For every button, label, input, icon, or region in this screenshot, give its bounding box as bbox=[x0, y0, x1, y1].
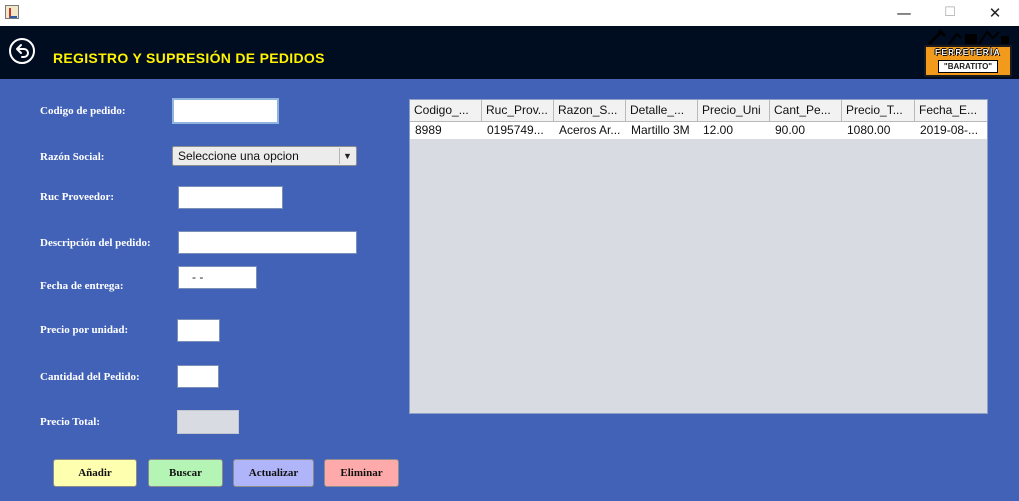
fecha-entrega-input[interactable]: - - bbox=[178, 266, 257, 289]
codigo-input[interactable] bbox=[172, 98, 279, 124]
main-panel: Codigo de pedido: Razón Social: Seleccio… bbox=[0, 79, 1019, 501]
maximize-button[interactable]: ☐ bbox=[927, 0, 973, 26]
codigo-label: Codigo de pedido: bbox=[40, 105, 126, 117]
column-header-detalle[interactable]: Detalle_... bbox=[626, 100, 698, 121]
eliminar-button[interactable]: Eliminar bbox=[324, 459, 399, 487]
razon-social-select[interactable]: Seleccione una opcion ▼ bbox=[172, 146, 357, 166]
logo-badge: FERRETERÍA "BARATITO" bbox=[924, 45, 1012, 77]
column-header-precio-uni[interactable]: Precio_Uni bbox=[698, 100, 770, 121]
table-header: Codigo_... Ruc_Prov... Razon_S... Detall… bbox=[410, 100, 987, 122]
column-header-fecha[interactable]: Fecha_E... bbox=[915, 100, 987, 121]
ruc-proveedor-label: Ruc Proveedor: bbox=[40, 191, 115, 203]
java-icon bbox=[5, 5, 19, 19]
buscar-button[interactable]: Buscar bbox=[148, 459, 223, 487]
precio-total-field bbox=[177, 410, 239, 434]
cantidad-label: Cantidad del Pedido: bbox=[40, 371, 140, 383]
descripcion-input[interactable] bbox=[178, 231, 357, 254]
column-header-precio-total[interactable]: Precio_T... bbox=[842, 100, 915, 121]
precio-total-label: Precio Total: bbox=[40, 416, 100, 428]
table-cell[interactable]: 8989 bbox=[410, 122, 482, 139]
table-cell[interactable]: Martillo 3M bbox=[626, 122, 698, 139]
header-bar: REGISTRO Y SUPRESIÓN DE PEDIDOS bbox=[0, 26, 1019, 79]
descripcion-label: Descripción del pedido: bbox=[40, 237, 151, 249]
table-cell[interactable]: 12.00 bbox=[698, 122, 770, 139]
tools-icon bbox=[927, 28, 1009, 46]
logo-text-ferreteria: FERRETERÍA bbox=[934, 48, 1002, 57]
column-header-cant[interactable]: Cant_Pe... bbox=[770, 100, 842, 121]
minimize-button[interactable]: — bbox=[881, 0, 927, 26]
razon-social-label: Razón Social: bbox=[40, 151, 105, 163]
table-cell[interactable]: 2019-08-... bbox=[915, 122, 987, 139]
fecha-entrega-label: Fecha de entrega: bbox=[40, 280, 124, 292]
back-arrow-icon[interactable] bbox=[9, 38, 35, 64]
close-button[interactable]: ✕ bbox=[972, 0, 1018, 26]
column-header-ruc[interactable]: Ruc_Prov... bbox=[482, 100, 554, 121]
actualizar-button[interactable]: Actualizar bbox=[233, 459, 314, 487]
cantidad-input[interactable] bbox=[177, 365, 219, 388]
logo-text-baratito: "BARATITO" bbox=[938, 60, 998, 73]
table-row[interactable]: 8989 0195749... Aceros Ar... Martillo 3M… bbox=[410, 122, 987, 139]
table-cell[interactable]: Aceros Ar... bbox=[554, 122, 626, 139]
pedidos-table[interactable]: Codigo_... Ruc_Prov... Razon_S... Detall… bbox=[409, 99, 988, 414]
anadir-button[interactable]: Añadir bbox=[53, 459, 137, 487]
chevron-down-icon[interactable]: ▼ bbox=[339, 148, 355, 164]
window-title-bar: — ☐ ✕ bbox=[0, 0, 1019, 26]
table-cell[interactable]: 0195749... bbox=[482, 122, 554, 139]
column-header-razon[interactable]: Razon_S... bbox=[554, 100, 626, 121]
page-title: REGISTRO Y SUPRESIÓN DE PEDIDOS bbox=[53, 50, 325, 66]
precio-unidad-input[interactable] bbox=[177, 319, 220, 342]
ruc-proveedor-input[interactable] bbox=[178, 186, 283, 209]
razon-social-selected: Seleccione una opcion bbox=[178, 149, 299, 163]
logo: FERRETERÍA "BARATITO" bbox=[921, 28, 1014, 78]
column-header-codigo[interactable]: Codigo_... bbox=[410, 100, 482, 121]
table-cell[interactable]: 90.00 bbox=[770, 122, 842, 139]
table-cell[interactable]: 1080.00 bbox=[842, 122, 915, 139]
precio-unidad-label: Precio por unidad: bbox=[40, 324, 129, 336]
